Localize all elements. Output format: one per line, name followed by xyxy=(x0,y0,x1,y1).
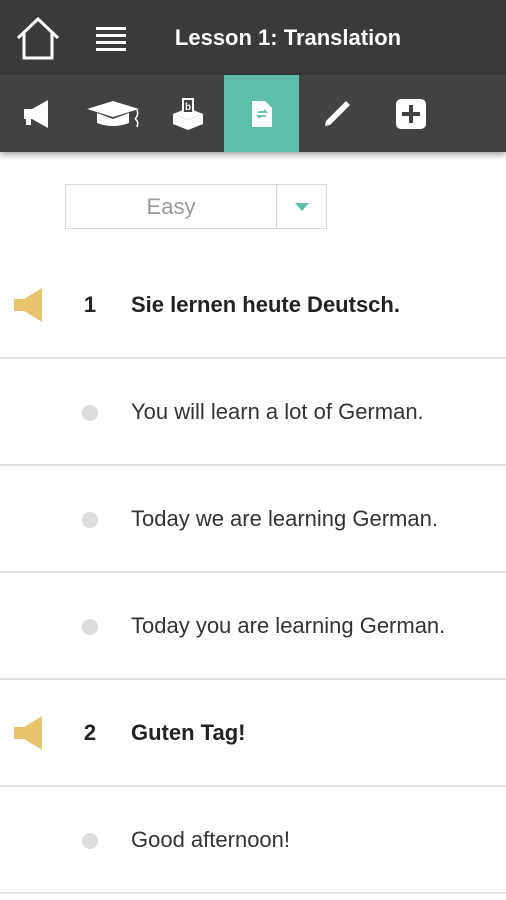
tab-add[interactable] xyxy=(373,75,448,152)
graduation-cap-icon xyxy=(86,100,139,127)
question-text: Guten Tag! xyxy=(131,720,246,745)
tab-translation[interactable] xyxy=(224,75,299,152)
plus-box-icon xyxy=(395,98,426,129)
lesson-toolbar: b xyxy=(0,75,506,152)
answer-text: Today you are learning German. xyxy=(131,613,446,638)
home-button[interactable] xyxy=(14,14,62,62)
play-audio-button[interactable] xyxy=(12,713,52,753)
question-text: Sie lernen heute Deutsch. xyxy=(131,292,400,317)
list-item-answer[interactable]: Good afternoon! xyxy=(0,787,506,894)
list-item-answer[interactable]: You will learn a lot of German. xyxy=(0,359,506,466)
menu-button[interactable] xyxy=(94,22,130,56)
dropdown-toggle[interactable] xyxy=(277,185,327,228)
hamburger-menu-icon xyxy=(96,27,126,51)
tab-vocabulary[interactable]: b xyxy=(150,75,225,152)
app-header: Lesson 1: Translation xyxy=(0,0,506,75)
home-icon xyxy=(16,16,60,60)
option-radio[interactable] xyxy=(82,405,98,421)
list-item-question[interactable]: 1 Sie lernen heute Deutsch. xyxy=(0,252,506,359)
list-item-answer[interactable]: Today we are learning German. xyxy=(0,466,506,573)
option-radio[interactable] xyxy=(82,512,98,528)
vocabulary-box-icon: b xyxy=(172,97,203,130)
option-radio[interactable] xyxy=(82,833,98,849)
tab-write[interactable] xyxy=(299,75,374,152)
page-title: Lesson 1: Translation xyxy=(174,25,402,50)
question-number: 1 xyxy=(83,292,97,317)
speaker-icon xyxy=(14,288,42,322)
list-item-question[interactable]: 2 Guten Tag! xyxy=(0,680,506,787)
play-audio-button[interactable] xyxy=(12,285,52,325)
document-swap-icon xyxy=(251,100,272,127)
caret-down-icon xyxy=(295,202,309,211)
answer-text: Good afternoon! xyxy=(131,827,291,852)
answer-text: You will learn a lot of German. xyxy=(131,399,424,424)
option-radio[interactable] xyxy=(82,619,98,635)
svg-text:b: b xyxy=(184,102,190,113)
speaker-icon xyxy=(14,716,42,750)
answer-text: Today we are learning German. xyxy=(131,506,438,531)
pencil-icon xyxy=(324,100,350,126)
list-item-answer[interactable]: Today you are learning German. xyxy=(0,573,506,680)
tab-learn[interactable] xyxy=(75,75,150,152)
difficulty-dropdown[interactable]: Easy xyxy=(65,184,327,229)
megaphone-icon xyxy=(23,99,48,128)
difficulty-value: Easy xyxy=(146,194,196,219)
tab-listen[interactable] xyxy=(0,75,75,152)
question-number: 2 xyxy=(83,720,97,745)
